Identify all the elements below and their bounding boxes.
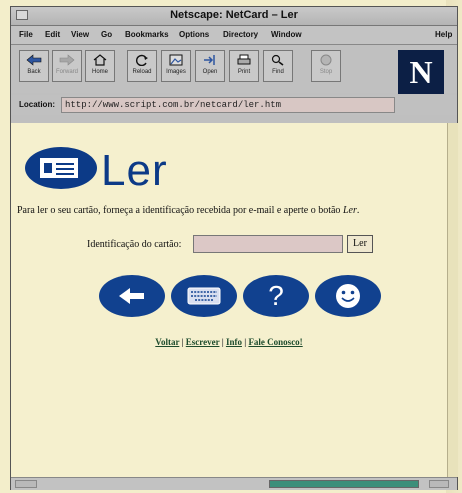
find-label: Find [272, 69, 284, 75]
mail-icon[interactable] [429, 480, 449, 488]
location-label: Location: [19, 100, 55, 109]
images-icon [169, 54, 183, 66]
window-title: Netscape: NetCard – Ler [170, 9, 298, 21]
link-escrever[interactable]: Escrever [186, 337, 220, 347]
forward-label: Forward [55, 69, 78, 75]
title-bar[interactable]: Netscape: NetCard – Ler [11, 7, 457, 26]
url-field[interactable]: http://www.script.com.br/netcard/ler.htm [61, 97, 395, 113]
card-icon [39, 157, 79, 179]
smiley-icon [336, 284, 360, 308]
footer-links: Voltar | Escrever | Info | Fale Conosco! [11, 337, 447, 347]
menu-directory[interactable]: Directory [223, 30, 258, 39]
netscape-logo: N [398, 50, 444, 94]
keyboard-icon [187, 287, 221, 305]
instructions-text: Para ler o seu cartão, forneça a identif… [17, 205, 343, 216]
forward-arrow-icon [59, 54, 75, 66]
stop-icon [320, 54, 332, 66]
location-bar: Location: http://www.script.com.br/netca… [11, 95, 457, 115]
nav-write-button[interactable] [171, 275, 237, 317]
card-id-input[interactable] [193, 235, 343, 253]
link-info[interactable]: Info [226, 337, 242, 347]
home-icon [93, 54, 107, 66]
instructions-end: . [356, 205, 360, 216]
ler-submit-button[interactable]: Ler [347, 235, 373, 253]
menu-bar: File Edit View Go Bookmarks Options Dire… [11, 26, 457, 45]
open-label: Open [202, 69, 218, 75]
open-icon [204, 55, 215, 65]
menu-file[interactable]: File [19, 30, 33, 39]
reload-button[interactable]: Reload [127, 50, 157, 82]
toolbar: Back Forward Home Reload Images Open Pri… [11, 45, 457, 93]
reload-label: Reload [132, 69, 152, 75]
menu-bookmarks[interactable]: Bookmarks [125, 30, 169, 39]
find-icon [271, 54, 284, 66]
back-arrow-icon [26, 54, 42, 66]
nav-back-button[interactable] [99, 275, 165, 317]
page-title: Ler [101, 146, 168, 195]
menu-edit[interactable]: Edit [45, 30, 60, 39]
menu-window[interactable]: Window [271, 30, 302, 39]
back-label: Back [27, 69, 41, 75]
link-voltar[interactable]: Voltar [155, 337, 179, 347]
print-button[interactable]: Print [229, 50, 259, 82]
home-label: Home [91, 69, 108, 75]
instructions-emphasis: Ler [342, 205, 357, 216]
printer-icon [237, 54, 251, 65]
stop-label: Stop [319, 69, 333, 75]
nav-info-button[interactable]: ? [243, 275, 309, 317]
find-button[interactable]: Find [263, 50, 293, 82]
progress-bar [269, 480, 419, 488]
menu-options[interactable]: Options [179, 30, 209, 39]
menu-view[interactable]: View [71, 30, 89, 39]
images-button[interactable]: Images [161, 50, 191, 82]
images-label: Images [166, 69, 186, 75]
print-label: Print [237, 69, 251, 75]
link-fale-conosco[interactable]: Fale Conosco! [248, 337, 302, 347]
menu-help[interactable]: Help [435, 30, 452, 39]
left-arrow-icon [119, 288, 144, 304]
stop-button[interactable]: Stop [311, 50, 341, 82]
vertical-scrollbar[interactable] [447, 123, 458, 477]
status-bar [11, 477, 457, 490]
back-button[interactable]: Back [19, 50, 49, 82]
nav-contact-button[interactable] [315, 275, 381, 317]
card-id-label: Identificação do cartão: [87, 239, 182, 250]
question-mark-icon: ? [268, 280, 284, 311]
open-button[interactable]: Open [195, 50, 225, 82]
forward-button[interactable]: Forward [52, 50, 82, 82]
instructions: Para ler o seu cartão, forneça a identif… [17, 205, 359, 216]
home-button[interactable]: Home [85, 50, 115, 82]
page-content: Ler Para ler o seu cartão, forneça a ide… [11, 123, 447, 477]
browser-window: Netscape: NetCard – Ler File Edit View G… [10, 6, 458, 490]
reload-icon [136, 54, 148, 66]
security-key-icon [15, 480, 37, 488]
menu-go[interactable]: Go [101, 30, 112, 39]
